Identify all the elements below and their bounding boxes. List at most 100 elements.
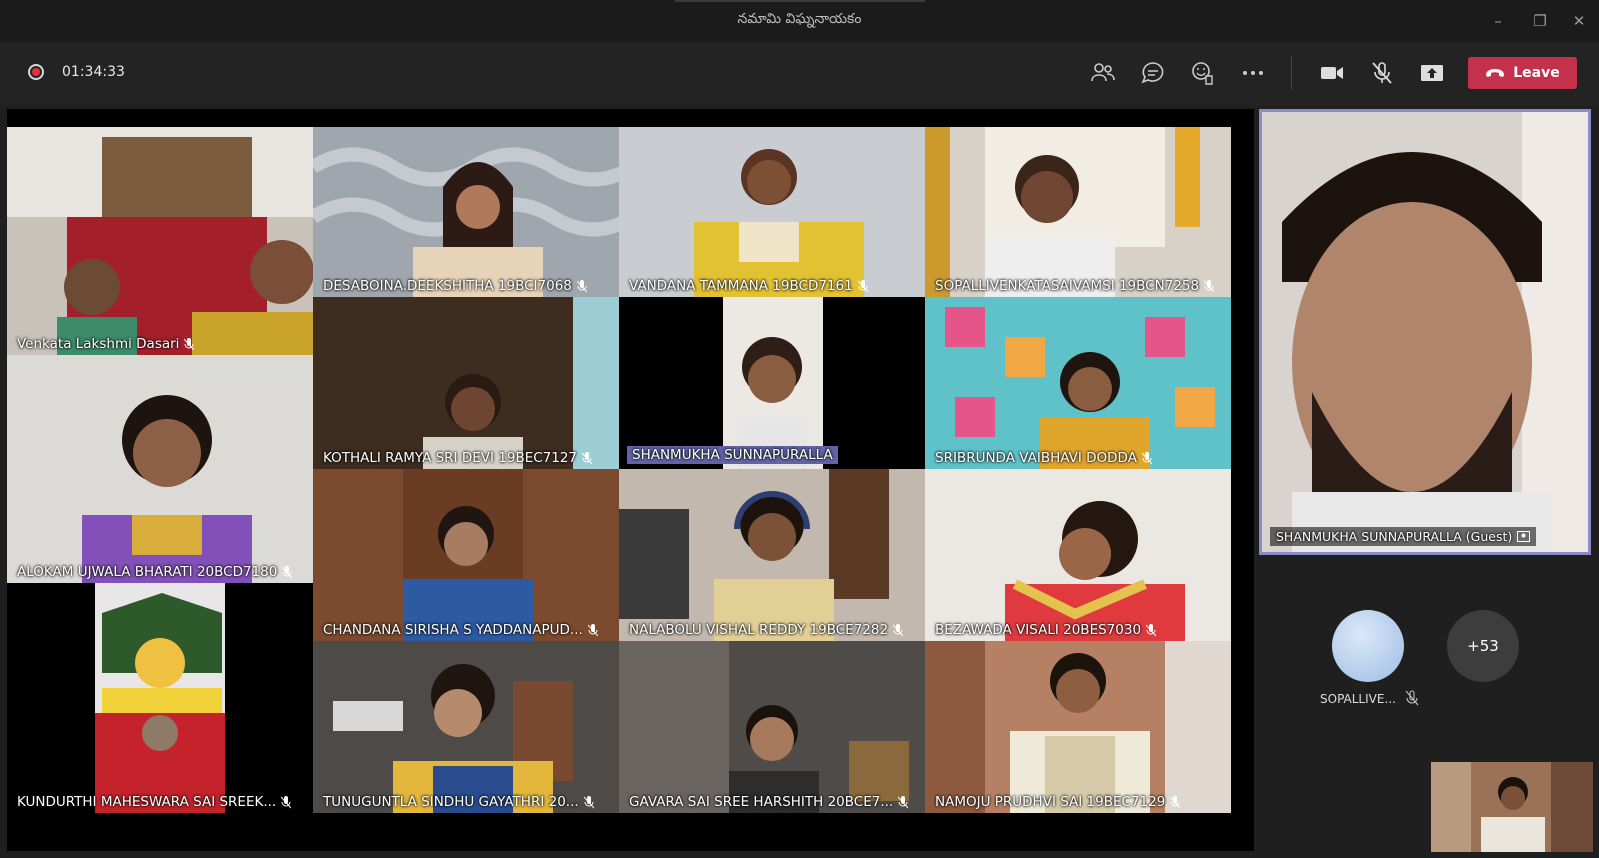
mic-muted-icon xyxy=(893,623,904,636)
mic-muted-icon xyxy=(582,451,593,464)
participant-name: KUNDURTHI MAHESWARA SAI SREEK... xyxy=(17,794,277,810)
video-feed xyxy=(313,641,619,813)
participant-name: GAVARA SAI SREE HARSHITH 20BCE7... xyxy=(629,794,894,810)
participant-name: TUNUGUNTLA SINDHU GAYATHRI 20... xyxy=(323,794,579,810)
participant-name: NALABOLU VISHAL REDDY 19BCE7282 xyxy=(629,622,889,638)
video-tile[interactable]: NAMOJU PRUDHVI SAI 19BEC7129 xyxy=(925,641,1231,813)
participant-label: NAMOJU PRUDHVI SAI 19BEC7129 xyxy=(935,794,1181,810)
more-participants-button[interactable]: +53 xyxy=(1447,610,1519,682)
meeting-timer: 01:34:33 xyxy=(62,64,125,80)
mic-muted-icon xyxy=(1141,451,1152,464)
video-feed xyxy=(925,127,1231,297)
video-tile[interactable]: SRIBRUNDA VAIBHAVI DODDA xyxy=(925,297,1231,469)
avatar-name: SOPALLIVE... xyxy=(1320,692,1396,706)
video-tile[interactable]: KOTHALI RAMYA SRI DEVI 19BEC7127 xyxy=(313,297,619,469)
mic-muted-icon xyxy=(898,795,909,808)
participant-label: TUNUGUNTLA SINDHU GAYATHRI 20... xyxy=(323,794,594,810)
participant-name: CHANDANA SIRISHA S YADDANAPUD... xyxy=(323,622,583,638)
mic-muted-icon xyxy=(281,795,292,808)
video-tile[interactable]: Venkata Lakshmi Dasari xyxy=(7,127,313,355)
video-feed xyxy=(313,297,619,469)
video-tile[interactable]: SHANMUKHA SUNNAPURALLA xyxy=(619,297,925,469)
video-tile[interactable]: VANDANA TAMMANA 19BCD7161 xyxy=(619,127,925,297)
video-feed xyxy=(619,297,925,469)
mic-muted-icon xyxy=(1146,623,1157,636)
participant-label: NALABOLU VISHAL REDDY 19BCE7282 xyxy=(629,622,904,638)
participant-avatar[interactable] xyxy=(1332,610,1404,682)
restore-icon[interactable]: ❐ xyxy=(1529,10,1551,32)
participant-label: ALOKAM UJWALA BHARATI 20BCD7180 xyxy=(17,564,293,580)
participant-label: DESABOINA.DEEKSHITHA 19BCI7068 xyxy=(323,278,587,294)
participant-name: DESABOINA.DEEKSHITHA 19BCI7068 xyxy=(323,278,572,294)
video-feed xyxy=(1262,112,1588,552)
mic-muted-icon xyxy=(576,279,587,292)
chat-icon[interactable] xyxy=(1140,60,1166,86)
participant-label: Venkata Lakshmi Dasari xyxy=(17,336,195,352)
reactions-icon[interactable] xyxy=(1190,60,1216,86)
video-tile[interactable]: GAVARA SAI SREE HARSHITH 20BCE7... xyxy=(619,641,925,813)
spotlight-tile[interactable]: SHANMUKHA SUNNAPURALLA (Guest) xyxy=(1259,109,1591,555)
meeting-toolbar xyxy=(0,42,1599,106)
recording-icon xyxy=(28,64,44,80)
leave-label: Leave xyxy=(1513,65,1560,81)
participant-name: BEZAWADA VISALI 20BES7030 xyxy=(935,622,1142,638)
mic-muted-icon xyxy=(1170,795,1181,808)
toolbar-divider xyxy=(1291,56,1292,90)
phone-hangup-icon xyxy=(1486,69,1505,77)
video-tile[interactable]: DESABOINA.DEEKSHITHA 19BCI7068 xyxy=(313,127,619,297)
video-feed xyxy=(925,641,1231,813)
participant-label: SRIBRUNDA VAIBHAVI DODDA xyxy=(935,450,1152,466)
video-feed xyxy=(619,469,925,641)
mic-muted-icon xyxy=(1204,279,1215,292)
video-feed xyxy=(7,355,313,583)
video-tile[interactable]: BEZAWADA VISALI 20BES7030 xyxy=(925,469,1231,641)
participant-label: GAVARA SAI SREE HARSHITH 20BCE7... xyxy=(629,794,909,810)
video-feed xyxy=(313,469,619,641)
video-feed xyxy=(1431,762,1593,852)
title-accent xyxy=(675,0,925,2)
participant-label: BEZAWADA VISALI 20BES7030 xyxy=(935,622,1157,638)
share-screen-icon[interactable] xyxy=(1419,60,1445,86)
title-bar: నమామి విఘ్ననాయకం – ❐ ✕ xyxy=(0,0,1599,42)
video-tile[interactable]: NALABOLU VISHAL REDDY 19BCE7282 xyxy=(619,469,925,641)
camera-icon[interactable] xyxy=(1319,60,1345,86)
video-feed xyxy=(313,127,619,297)
video-tile[interactable]: ALOKAM UJWALA BHARATI 20BCD7180 xyxy=(7,355,313,583)
mic-muted-icon xyxy=(282,565,293,578)
mic-muted-icon[interactable] xyxy=(1369,60,1395,86)
more-options-icon[interactable] xyxy=(1240,60,1266,86)
minimize-icon[interactable]: – xyxy=(1487,10,1509,32)
video-feed xyxy=(925,297,1231,469)
close-icon[interactable]: ✕ xyxy=(1568,10,1590,32)
participant-name: SHANMUKHA SUNNAPURALLA xyxy=(632,447,833,463)
video-tile[interactable]: TUNUGUNTLA SINDHU GAYATHRI 20... xyxy=(313,641,619,813)
participant-name: ALOKAM UJWALA BHARATI 20BCD7180 xyxy=(17,564,278,580)
video-tile[interactable]: CHANDANA SIRISHA S YADDANAPUD... xyxy=(313,469,619,641)
video-tile[interactable]: SOPALLIVENKATASAIVAMSI 19BCN7258 xyxy=(925,127,1231,297)
mic-muted-icon xyxy=(184,337,195,350)
video-feed xyxy=(7,583,313,813)
participant-name: KOTHALI RAMYA SRI DEVI 19BEC7127 xyxy=(323,450,578,466)
participant-label: CHANDANA SIRISHA S YADDANAPUD... xyxy=(323,622,598,638)
window-title: నమామి విఘ్ననాయకం xyxy=(737,11,862,27)
video-feed xyxy=(619,641,925,813)
participant-name: Venkata Lakshmi Dasari xyxy=(17,336,180,352)
participant-label: SHANMUKHA SUNNAPURALLA (Guest) xyxy=(1270,527,1537,546)
guest-icon xyxy=(1517,531,1531,542)
video-grid: Venkata Lakshmi Dasari DESABOINA.DEEKSHI… xyxy=(7,109,1254,851)
participants-icon[interactable] xyxy=(1090,60,1116,86)
video-feed xyxy=(619,127,925,297)
participant-label: SHANMUKHA SUNNAPURALLA xyxy=(627,446,838,464)
mic-muted-icon xyxy=(587,623,598,636)
leave-button[interactable]: Leave xyxy=(1468,57,1577,89)
video-tile[interactable]: KUNDURTHI MAHESWARA SAI SREEK... xyxy=(7,583,313,813)
participant-label: SOPALLIVENKATASAIVAMSI 19BCN7258 xyxy=(935,278,1215,294)
video-feed xyxy=(925,469,1231,641)
participant-label: VANDANA TAMMANA 19BCD7161 xyxy=(629,278,868,294)
self-view[interactable] xyxy=(1431,762,1593,852)
participant-name: SRIBRUNDA VAIBHAVI DODDA xyxy=(935,450,1137,466)
participant-name: VANDANA TAMMANA 19BCD7161 xyxy=(629,278,853,294)
mic-muted-icon xyxy=(857,279,868,292)
video-feed xyxy=(7,127,313,355)
participant-name: NAMOJU PRUDHVI SAI 19BEC7129 xyxy=(935,794,1166,810)
